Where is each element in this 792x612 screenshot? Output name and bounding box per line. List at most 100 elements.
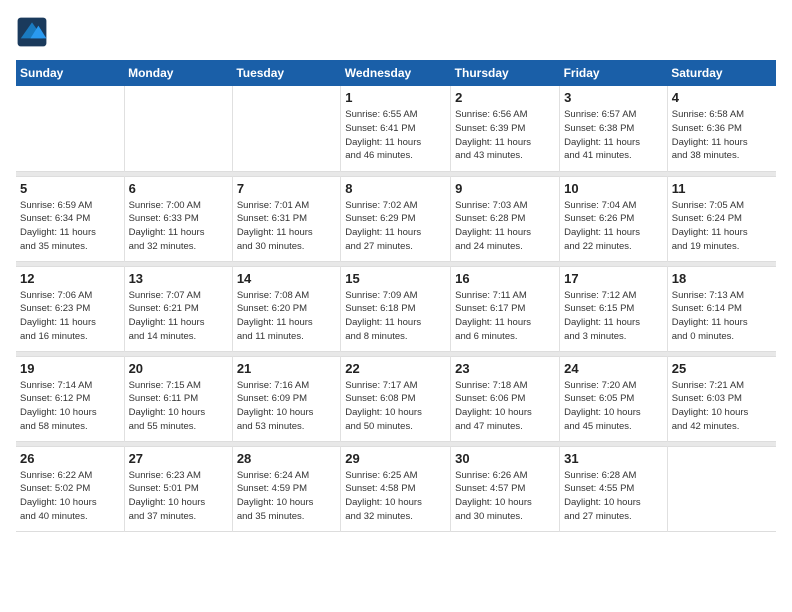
- day-info: Sunrise: 6:58 AM Sunset: 6:36 PM Dayligh…: [672, 108, 772, 163]
- day-cell: 26Sunrise: 6:22 AM Sunset: 5:02 PM Dayli…: [16, 446, 124, 531]
- day-cell: 13 Sunrise: 7:07 AM Sunset: 6:21 PM Dayli…: [124, 266, 232, 351]
- day-number: 3: [564, 90, 663, 105]
- day-cell: [16, 86, 124, 171]
- day-info: Sunrise: 6:28 AM Sunset: 4:55 PM Dayligh…: [564, 469, 663, 524]
- day-cell: 10 Sunrise: 7:04 AM Sunset: 6:26 PM Dayli…: [560, 176, 668, 261]
- day-info: Sunrise: 7:06 AM Sunset: 6:23 PM Dayligh…: [20, 289, 120, 344]
- week-row-4: 19 Sunrise: 7:14 AM Sunset: 6:12 PM Dayli…: [16, 356, 776, 441]
- day-number: 20: [129, 361, 228, 376]
- header-thursday: Thursday: [451, 60, 560, 86]
- day-number: 17: [564, 271, 663, 286]
- day-cell: 20 Sunrise: 7:15 AM Sunset: 6:11 PM Dayli…: [124, 356, 232, 441]
- day-info: Sunrise: 7:17 AM Sunset: 6:08 PM Dayligh…: [345, 379, 446, 434]
- day-cell: 17 Sunrise: 7:12 AM Sunset: 6:15 PM Dayli…: [560, 266, 668, 351]
- day-info: Sunrise: 7:21 AM Sunset: 6:03 PM Dayligh…: [672, 379, 772, 434]
- day-info: Sunrise: 6:22 AM Sunset: 5:02 PM Dayligh…: [20, 469, 120, 524]
- day-number: 5: [20, 181, 120, 196]
- day-cell: 29 Sunrise: 6:25 AM Sunset: 4:58 PM Dayli…: [341, 446, 451, 531]
- day-cell: 2Sunrise: 6:56 AM Sunset: 6:39 PM Daylig…: [451, 86, 560, 171]
- day-cell: [667, 446, 776, 531]
- day-cell: 14 Sunrise: 7:08 AM Sunset: 6:20 PM Dayli…: [232, 266, 340, 351]
- day-cell: 18 Sunrise: 7:13 AM Sunset: 6:14 PM Dayli…: [667, 266, 776, 351]
- day-number: 16: [455, 271, 555, 286]
- day-cell: 25 Sunrise: 7:21 AM Sunset: 6:03 PM Dayli…: [667, 356, 776, 441]
- day-cell: 19 Sunrise: 7:14 AM Sunset: 6:12 PM Dayli…: [16, 356, 124, 441]
- day-cell: 11 Sunrise: 7:05 AM Sunset: 6:24 PM Dayli…: [667, 176, 776, 261]
- week-row-5: 26Sunrise: 6:22 AM Sunset: 5:02 PM Dayli…: [16, 446, 776, 531]
- day-info: Sunrise: 7:05 AM Sunset: 6:24 PM Dayligh…: [672, 199, 772, 254]
- day-cell: 24 Sunrise: 7:20 AM Sunset: 6:05 PM Dayli…: [560, 356, 668, 441]
- day-number: 15: [345, 271, 446, 286]
- logo: [16, 16, 52, 48]
- day-info: Sunrise: 7:18 AM Sunset: 6:06 PM Dayligh…: [455, 379, 555, 434]
- day-info: Sunrise: 7:07 AM Sunset: 6:21 PM Dayligh…: [129, 289, 228, 344]
- day-info: Sunrise: 6:26 AM Sunset: 4:57 PM Dayligh…: [455, 469, 555, 524]
- day-info: Sunrise: 6:23 AM Sunset: 5:01 PM Dayligh…: [129, 469, 228, 524]
- header-monday: Monday: [124, 60, 232, 86]
- day-number: 31: [564, 451, 663, 466]
- day-info: Sunrise: 6:25 AM Sunset: 4:58 PM Dayligh…: [345, 469, 446, 524]
- logo-icon: [16, 16, 48, 48]
- day-number: 19: [20, 361, 120, 376]
- day-info: Sunrise: 7:14 AM Sunset: 6:12 PM Dayligh…: [20, 379, 120, 434]
- day-cell: 23Sunrise: 7:18 AM Sunset: 6:06 PM Dayli…: [451, 356, 560, 441]
- day-number: 11: [672, 181, 772, 196]
- day-info: Sunrise: 7:20 AM Sunset: 6:05 PM Dayligh…: [564, 379, 663, 434]
- week-row-2: 5Sunrise: 6:59 AM Sunset: 6:34 PM Daylig…: [16, 176, 776, 261]
- day-cell: 15Sunrise: 7:09 AM Sunset: 6:18 PM Dayli…: [341, 266, 451, 351]
- day-info: Sunrise: 6:56 AM Sunset: 6:39 PM Dayligh…: [455, 108, 555, 163]
- day-cell: 22 Sunrise: 7:17 AM Sunset: 6:08 PM Dayli…: [341, 356, 451, 441]
- day-info: Sunrise: 7:04 AM Sunset: 6:26 PM Dayligh…: [564, 199, 663, 254]
- day-info: Sunrise: 7:13 AM Sunset: 6:14 PM Dayligh…: [672, 289, 772, 344]
- day-cell: 30 Sunrise: 6:26 AM Sunset: 4:57 PM Dayli…: [451, 446, 560, 531]
- day-number: 25: [672, 361, 772, 376]
- week-row-1: 1Sunrise: 6:55 AM Sunset: 6:41 PM Daylig…: [16, 86, 776, 171]
- day-cell: 1Sunrise: 6:55 AM Sunset: 6:41 PM Daylig…: [341, 86, 451, 171]
- day-number: 24: [564, 361, 663, 376]
- day-number: 21: [237, 361, 336, 376]
- day-cell: 28Sunrise: 6:24 AM Sunset: 4:59 PM Dayli…: [232, 446, 340, 531]
- day-cell: 7 Sunrise: 7:01 AM Sunset: 6:31 PM Daylig…: [232, 176, 340, 261]
- day-number: 29: [345, 451, 446, 466]
- day-number: 13: [129, 271, 228, 286]
- day-info: Sunrise: 7:16 AM Sunset: 6:09 PM Dayligh…: [237, 379, 336, 434]
- day-info: Sunrise: 7:11 AM Sunset: 6:17 PM Dayligh…: [455, 289, 555, 344]
- day-cell: 4Sunrise: 6:58 AM Sunset: 6:36 PM Daylig…: [667, 86, 776, 171]
- header-friday: Friday: [560, 60, 668, 86]
- day-info: Sunrise: 7:01 AM Sunset: 6:31 PM Dayligh…: [237, 199, 336, 254]
- header-sunday: Sunday: [16, 60, 124, 86]
- day-number: 18: [672, 271, 772, 286]
- header-tuesday: Tuesday: [232, 60, 340, 86]
- day-info: Sunrise: 7:00 AM Sunset: 6:33 PM Dayligh…: [129, 199, 228, 254]
- day-info: Sunrise: 7:08 AM Sunset: 6:20 PM Dayligh…: [237, 289, 336, 344]
- day-number: 7: [237, 181, 336, 196]
- day-cell: 12Sunrise: 7:06 AM Sunset: 6:23 PM Dayli…: [16, 266, 124, 351]
- day-number: 30: [455, 451, 555, 466]
- day-cell: 31 Sunrise: 6:28 AM Sunset: 4:55 PM Dayli…: [560, 446, 668, 531]
- day-info: Sunrise: 7:12 AM Sunset: 6:15 PM Dayligh…: [564, 289, 663, 344]
- week-row-3: 12Sunrise: 7:06 AM Sunset: 6:23 PM Dayli…: [16, 266, 776, 351]
- day-cell: 21 Sunrise: 7:16 AM Sunset: 6:09 PM Dayli…: [232, 356, 340, 441]
- day-number: 6: [129, 181, 228, 196]
- day-number: 8: [345, 181, 446, 196]
- calendar-table: SundayMondayTuesdayWednesdayThursdayFrid…: [16, 60, 776, 532]
- day-info: Sunrise: 7:02 AM Sunset: 6:29 PM Dayligh…: [345, 199, 446, 254]
- day-number: 1: [345, 90, 446, 105]
- day-number: 14: [237, 271, 336, 286]
- day-cell: 16 Sunrise: 7:11 AM Sunset: 6:17 PM Dayli…: [451, 266, 560, 351]
- day-number: 27: [129, 451, 228, 466]
- day-info: Sunrise: 7:15 AM Sunset: 6:11 PM Dayligh…: [129, 379, 228, 434]
- calendar-header-row: SundayMondayTuesdayWednesdayThursdayFrid…: [16, 60, 776, 86]
- day-cell: 8 Sunrise: 7:02 AM Sunset: 6:29 PM Daylig…: [341, 176, 451, 261]
- day-cell: 5Sunrise: 6:59 AM Sunset: 6:34 PM Daylig…: [16, 176, 124, 261]
- day-cell: [232, 86, 340, 171]
- day-number: 10: [564, 181, 663, 196]
- day-cell: 3 Sunrise: 6:57 AM Sunset: 6:38 PM Daylig…: [560, 86, 668, 171]
- day-number: 22: [345, 361, 446, 376]
- day-number: 9: [455, 181, 555, 196]
- header-saturday: Saturday: [667, 60, 776, 86]
- page-header: [16, 16, 776, 48]
- day-number: 28: [237, 451, 336, 466]
- day-info: Sunrise: 6:57 AM Sunset: 6:38 PM Dayligh…: [564, 108, 663, 163]
- day-info: Sunrise: 7:03 AM Sunset: 6:28 PM Dayligh…: [455, 199, 555, 254]
